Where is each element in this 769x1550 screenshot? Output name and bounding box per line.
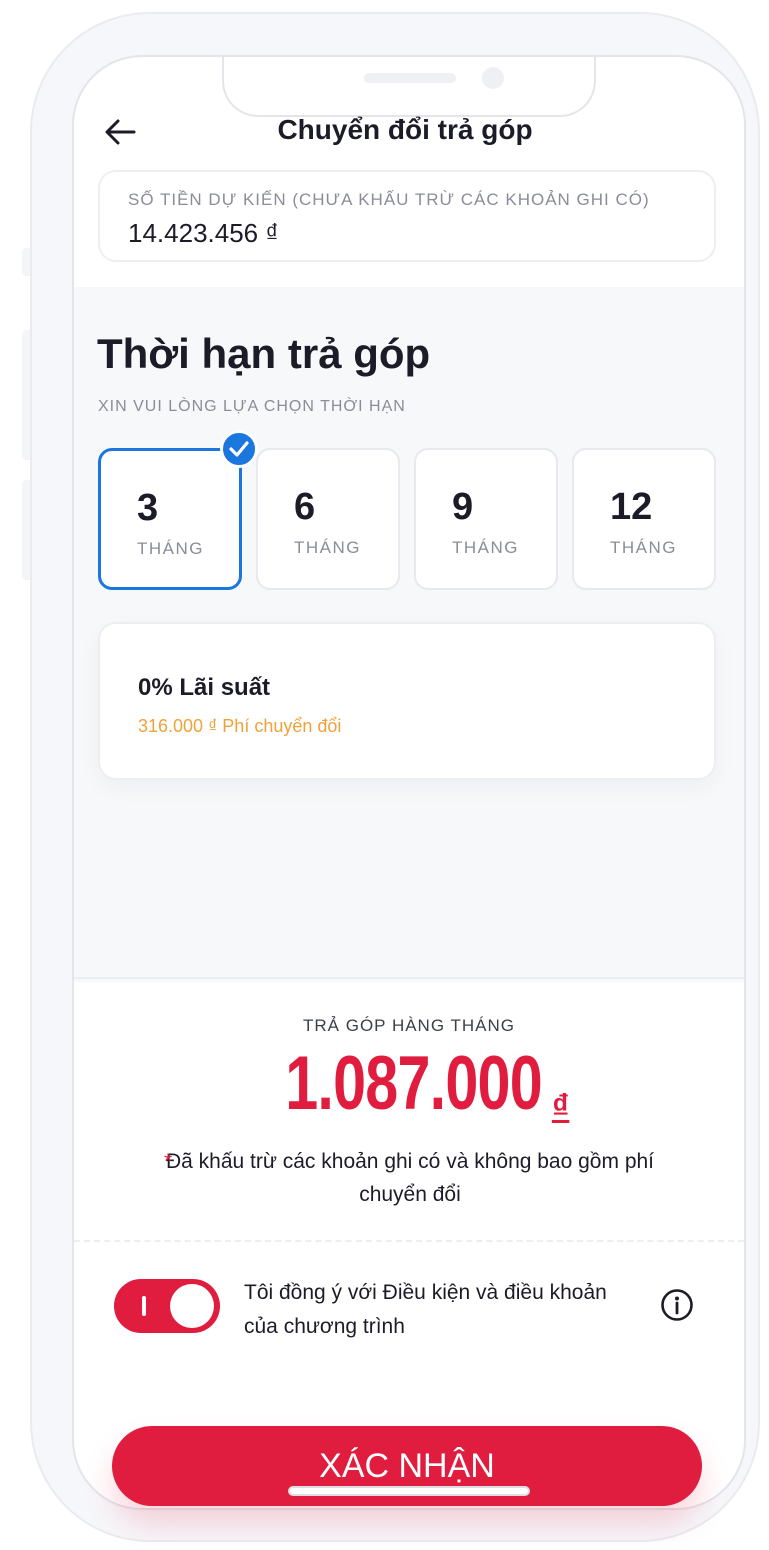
toggle-knob [170, 1284, 214, 1328]
toggle-on-indicator [142, 1296, 146, 1316]
dashed-divider [74, 1240, 744, 1242]
expected-amount-value: 14.423.456 ₫ [128, 218, 279, 248]
required-asterisk: * [164, 1150, 173, 1173]
expected-amount-card: SỐ TIỀN DỰ KIẾN (CHƯA KHẤU TRỪ CÁC KHOẢN… [98, 170, 716, 262]
term-value: 9 [452, 486, 474, 528]
term-unit: THÁNG [452, 538, 519, 557]
term-unit: THÁNG [294, 538, 361, 557]
expected-amount-label: SỐ TIỀN DỰ KIẾN (CHƯA KHẤU TRỪ CÁC KHOẢN… [128, 190, 650, 209]
monthly-payment-note: * Đã khấu trừ các khoản ghi có và không … [160, 1146, 660, 1211]
info-icon[interactable] [660, 1288, 694, 1322]
arrow-left-icon [105, 119, 136, 145]
term-value: 6 [294, 486, 316, 528]
monthly-payment-currency: ₫ [551, 1088, 570, 1126]
monthly-payment-amount: 1.087.000 ₫ [74, 1040, 744, 1127]
term-option-6[interactable]: 6 THÁNG [256, 448, 400, 590]
monthly-payment-label: TRẢ GÓP HÀNG THÁNG [303, 1016, 515, 1035]
terms-agree-toggle[interactable] [114, 1279, 220, 1333]
term-value: 3 [137, 487, 159, 529]
term-section-title: Thời hạn trả góp [97, 330, 431, 377]
term-unit: THÁNG [610, 538, 677, 557]
selected-check-icon [220, 430, 258, 468]
term-option-3[interactable]: 3 THÁNG [98, 448, 242, 590]
monthly-payment-value: 1.087.000 [284, 1041, 542, 1126]
term-unit: THÁNG [137, 539, 204, 558]
term-section-subtitle: XIN VUI LÒNG LỰA CHỌN THỜI HẠN [98, 398, 406, 415]
term-option-9[interactable]: 9 THÁNG [414, 448, 558, 590]
page-title: Chuyển đổi trả góp [277, 114, 533, 145]
home-indicator [288, 1486, 530, 1496]
terms-agreement-text: Tôi đồng ý với Điều kiện và điều khoản c… [244, 1281, 607, 1338]
term-value: 12 [610, 486, 653, 528]
back-button[interactable] [100, 112, 140, 152]
speaker-grille [364, 73, 456, 83]
front-camera [482, 67, 504, 89]
interest-rate: 0% Lãi suất [138, 674, 271, 701]
conversion-fee: 316.000 ₫ Phí chuyển đổi [138, 716, 342, 736]
divider [74, 977, 744, 979]
interest-fee-card: 0% Lãi suất 316.000 ₫ Phí chuyển đổi [98, 622, 716, 780]
phone-notch [222, 57, 596, 117]
note-text: Đã khấu trừ các khoản ghi có và không ba… [165, 1150, 655, 1206]
term-option-12[interactable]: 12 THÁNG [572, 448, 716, 590]
